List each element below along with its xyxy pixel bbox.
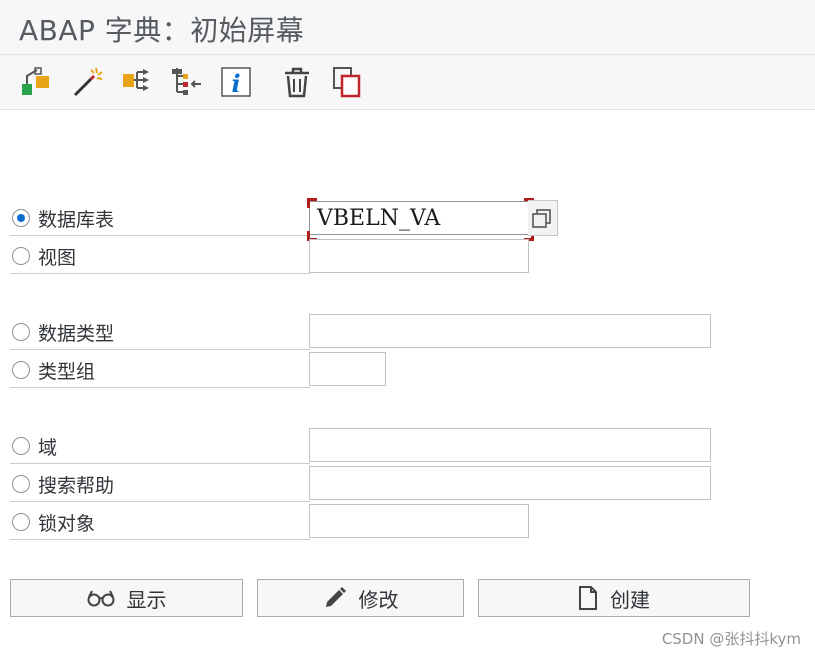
label-domain: 域	[38, 436, 58, 459]
option-database-table[interactable]: 数据库表	[12, 203, 114, 233]
option-lock-object[interactable]: 锁对象	[12, 507, 95, 537]
label-database-table: 数据库表	[38, 208, 115, 231]
lock-object-input[interactable]	[309, 504, 529, 538]
object-navigation-icon[interactable]	[19, 64, 55, 100]
copy-icon[interactable]	[329, 64, 365, 100]
view-input[interactable]	[309, 239, 529, 273]
value-help-icon	[532, 209, 551, 228]
create-button[interactable]: 创建	[478, 579, 750, 617]
row-divider	[10, 235, 310, 236]
display-button[interactable]: 显示	[10, 579, 243, 617]
option-type-group[interactable]: 类型组	[12, 355, 95, 385]
radio-view[interactable]	[12, 247, 30, 265]
radio-lock-object[interactable]	[12, 513, 30, 531]
title-bar: ABAP 字典：初始屏幕	[0, 0, 815, 55]
magic-wand-icon[interactable]	[69, 64, 105, 100]
database-table-input[interactable]: VBELN_VA	[309, 201, 529, 235]
radio-data-type[interactable]	[12, 323, 30, 341]
row-divider	[10, 349, 310, 350]
row-divider	[10, 539, 310, 540]
label-search-help: 搜索帮助	[38, 474, 115, 497]
radio-search-help[interactable]	[12, 475, 30, 493]
label-lock-object: 锁对象	[38, 512, 96, 535]
value-help-button[interactable]	[528, 200, 558, 236]
domain-input[interactable]	[309, 428, 711, 462]
display-button-label: 显示	[126, 587, 167, 612]
info-icon[interactable]: i	[218, 64, 254, 100]
glasses-icon	[87, 590, 114, 607]
create-button-label: 创建	[610, 587, 650, 612]
new-document-icon	[579, 586, 597, 610]
change-button[interactable]: 修改	[257, 579, 464, 617]
search-help-input[interactable]	[309, 466, 711, 500]
trash-icon[interactable]	[279, 64, 315, 100]
label-data-type: 数据类型	[38, 322, 115, 345]
option-domain[interactable]: 域	[12, 431, 57, 461]
radio-domain[interactable]	[12, 437, 30, 455]
type-group-input[interactable]	[309, 352, 386, 386]
label-type-group: 类型组	[38, 360, 96, 383]
focus-corner	[307, 198, 317, 208]
row-divider	[10, 463, 310, 464]
application-toolbar: i	[0, 55, 815, 110]
change-button-label: 修改	[358, 587, 399, 612]
hierarchy-icon[interactable]	[168, 64, 204, 100]
svg-text:i: i	[231, 69, 240, 98]
row-divider	[10, 273, 310, 274]
row-divider	[10, 501, 310, 502]
radio-database-table[interactable]	[12, 209, 30, 227]
pencil-icon	[325, 587, 346, 607]
watermark: CSDN @张抖抖kym	[661, 630, 801, 648]
option-search-help[interactable]: 搜索帮助	[12, 469, 114, 499]
radio-type-group[interactable]	[12, 361, 30, 379]
row-divider	[10, 387, 310, 388]
label-view: 视图	[38, 246, 77, 269]
data-type-input[interactable]	[309, 314, 711, 348]
option-view[interactable]: 视图	[12, 241, 76, 271]
where-used-icon[interactable]	[119, 64, 155, 100]
option-data-type[interactable]: 数据类型	[12, 317, 114, 347]
window-title: ABAP 字典：初始屏幕	[19, 14, 305, 47]
